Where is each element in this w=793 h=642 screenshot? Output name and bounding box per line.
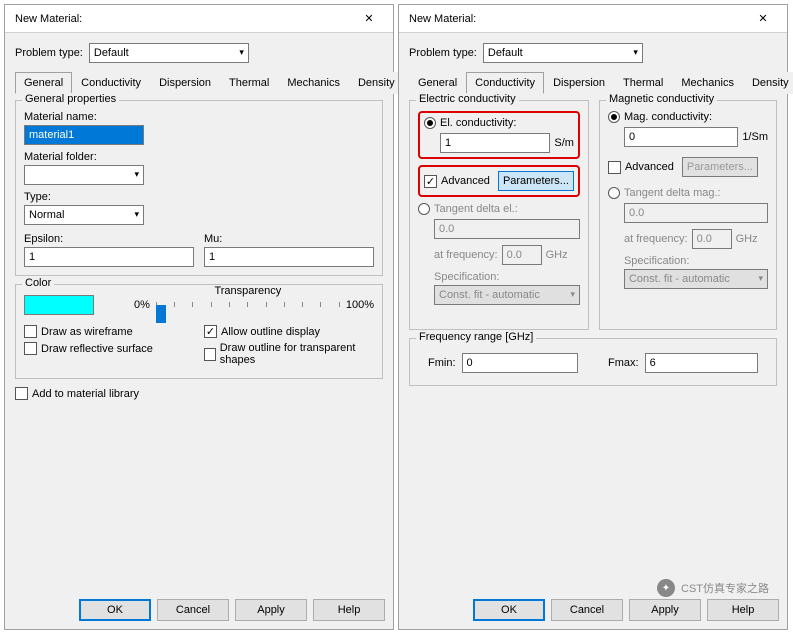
type-label: Type: bbox=[24, 191, 374, 203]
highlight-box: ✓Advanced Parameters... bbox=[418, 165, 580, 197]
dialog-conductivity: New Material: ✕ Problem type: Default ▾ … bbox=[398, 4, 788, 630]
chevron-down-icon: ▾ bbox=[239, 47, 244, 58]
problem-type-select[interactable]: Default ▾ bbox=[89, 43, 249, 63]
group-legend: Color bbox=[22, 277, 54, 289]
specification-label: Specification: bbox=[434, 271, 580, 283]
type-select[interactable]: Normal▾ bbox=[24, 205, 144, 225]
magnetic-conductivity-group: Magnetic conductivity Mag. conductivity:… bbox=[599, 100, 777, 330]
dialog-general: New Material: ✕ Problem type: Default ▾ … bbox=[4, 4, 394, 630]
material-folder-label: Material folder: bbox=[24, 151, 374, 163]
epsilon-label: Epsilon: bbox=[24, 233, 194, 245]
fmax-input[interactable]: 6 bbox=[645, 353, 758, 373]
check-icon: ✓ bbox=[204, 325, 217, 338]
el-conductivity-radio[interactable]: El. conductivity: bbox=[424, 117, 574, 129]
group-legend: General properties bbox=[22, 93, 119, 105]
material-folder-select[interactable]: ▾ bbox=[24, 165, 144, 185]
group-legend: Electric conductivity bbox=[416, 93, 519, 105]
tangent-delta-mag-input: 0.0 bbox=[624, 203, 768, 223]
watermark: ✦CST仿真专家之路 bbox=[657, 579, 769, 597]
highlight-box: El. conductivity: 1 S/m bbox=[418, 111, 580, 159]
close-button[interactable]: ✕ bbox=[351, 8, 387, 30]
epsilon-input[interactable]: 1 bbox=[24, 247, 194, 267]
wechat-icon: ✦ bbox=[657, 579, 675, 597]
problem-type-label: Problem type: bbox=[15, 47, 83, 59]
problem-type-label: Problem type: bbox=[409, 47, 477, 59]
slider-min-label: 0% bbox=[134, 299, 150, 311]
chevron-down-icon: ▾ bbox=[633, 47, 638, 58]
advanced-checkbox[interactable]: ✓Advanced bbox=[424, 175, 490, 188]
at-frequency-input: 0.0 bbox=[502, 245, 542, 265]
tangent-delta-el-input: 0.0 bbox=[434, 219, 580, 239]
apply-button[interactable]: Apply bbox=[235, 599, 307, 621]
tab-conductivity[interactable]: Conductivity bbox=[466, 72, 544, 94]
color-group: Color 0% Transparency 100% bbox=[15, 284, 383, 379]
unit-label: 1/Sm bbox=[742, 131, 768, 143]
add-to-library-checkbox[interactable]: Add to material library bbox=[15, 387, 383, 400]
fmin-label: Fmin: bbox=[428, 357, 456, 369]
slider-thumb[interactable] bbox=[156, 305, 166, 323]
window-title: New Material: bbox=[11, 13, 351, 25]
transparency-label: Transparency bbox=[156, 285, 340, 297]
electric-conductivity-group: Electric conductivity El. conductivity: … bbox=[409, 100, 589, 330]
cancel-button[interactable]: Cancel bbox=[157, 599, 229, 621]
button-row: OK Cancel Apply Help bbox=[5, 591, 393, 629]
specification-mag-select: Const. fit - automatic▾ bbox=[624, 269, 768, 289]
group-legend: Frequency range [GHz] bbox=[416, 331, 536, 343]
allow-outline-checkbox[interactable]: ✓Allow outline display bbox=[204, 325, 374, 338]
slider-max-label: 100% bbox=[346, 299, 374, 311]
specification-select: Const. fit - automatic▾ bbox=[434, 285, 580, 305]
wireframe-checkbox[interactable]: Draw as wireframe bbox=[24, 325, 194, 338]
tab-dispersion[interactable]: Dispersion bbox=[544, 72, 614, 94]
frequency-range-group: Frequency range [GHz] Fmin:0 Fmax:6 bbox=[409, 338, 777, 386]
general-properties-group: General properties Material name: materi… bbox=[15, 100, 383, 276]
apply-button[interactable]: Apply bbox=[629, 599, 701, 621]
tab-thermal[interactable]: Thermal bbox=[220, 72, 278, 94]
mag-conductivity-input[interactable]: 0 bbox=[624, 127, 738, 147]
tab-density[interactable]: Density bbox=[349, 72, 404, 94]
titlebar: New Material: ✕ bbox=[399, 5, 787, 33]
tangent-delta-el-radio[interactable]: Tangent delta el.: bbox=[418, 203, 580, 215]
tab-general[interactable]: General bbox=[15, 72, 72, 94]
reflective-checkbox[interactable]: Draw reflective surface bbox=[24, 342, 194, 355]
problem-type-select[interactable]: Default ▾ bbox=[483, 43, 643, 63]
tab-density[interactable]: Density bbox=[743, 72, 793, 94]
help-button[interactable]: Help bbox=[313, 599, 385, 621]
unit-label: S/m bbox=[554, 137, 574, 149]
at-frequency-label: at frequency: bbox=[434, 249, 498, 261]
material-name-label: Material name: bbox=[24, 111, 374, 123]
mu-input[interactable]: 1 bbox=[204, 247, 374, 267]
close-icon: ✕ bbox=[364, 12, 373, 25]
tangent-delta-mag-radio[interactable]: Tangent delta mag.: bbox=[608, 187, 768, 199]
el-conductivity-input[interactable]: 1 bbox=[440, 133, 550, 153]
help-button[interactable]: Help bbox=[707, 599, 779, 621]
cancel-button[interactable]: Cancel bbox=[551, 599, 623, 621]
tab-conductivity[interactable]: Conductivity bbox=[72, 72, 150, 94]
advanced-mag-checkbox[interactable]: Advanced bbox=[608, 161, 674, 174]
titlebar: New Material: ✕ bbox=[5, 5, 393, 33]
chevron-down-icon: ▾ bbox=[134, 169, 139, 180]
group-legend: Magnetic conductivity bbox=[606, 93, 717, 105]
window-title: New Material: bbox=[405, 13, 745, 25]
parameters-button[interactable]: Parameters... bbox=[498, 171, 574, 191]
color-swatch[interactable] bbox=[24, 295, 94, 315]
material-name-input[interactable]: material1 bbox=[24, 125, 144, 145]
chevron-down-icon: ▾ bbox=[134, 209, 139, 220]
parameters-mag-button: Parameters... bbox=[682, 157, 758, 177]
tab-dispersion[interactable]: Dispersion bbox=[150, 72, 220, 94]
close-icon: ✕ bbox=[758, 12, 767, 25]
ok-button[interactable]: OK bbox=[473, 599, 545, 621]
transparency-slider[interactable]: Transparency bbox=[156, 295, 340, 315]
fmin-input[interactable]: 0 bbox=[462, 353, 579, 373]
tab-mechanics[interactable]: Mechanics bbox=[278, 72, 349, 94]
mu-label: Mu: bbox=[204, 233, 374, 245]
tab-general[interactable]: General bbox=[409, 72, 466, 94]
tabstrip: General Conductivity Dispersion Thermal … bbox=[15, 71, 383, 94]
fmax-label: Fmax: bbox=[608, 357, 639, 369]
outline-transparent-checkbox[interactable]: Draw outline for transparent shapes bbox=[204, 342, 374, 366]
tab-mechanics[interactable]: Mechanics bbox=[672, 72, 743, 94]
close-button[interactable]: ✕ bbox=[745, 8, 781, 30]
ok-button[interactable]: OK bbox=[79, 599, 151, 621]
mag-conductivity-radio[interactable]: Mag. conductivity: bbox=[608, 111, 768, 123]
tab-thermal[interactable]: Thermal bbox=[614, 72, 672, 94]
